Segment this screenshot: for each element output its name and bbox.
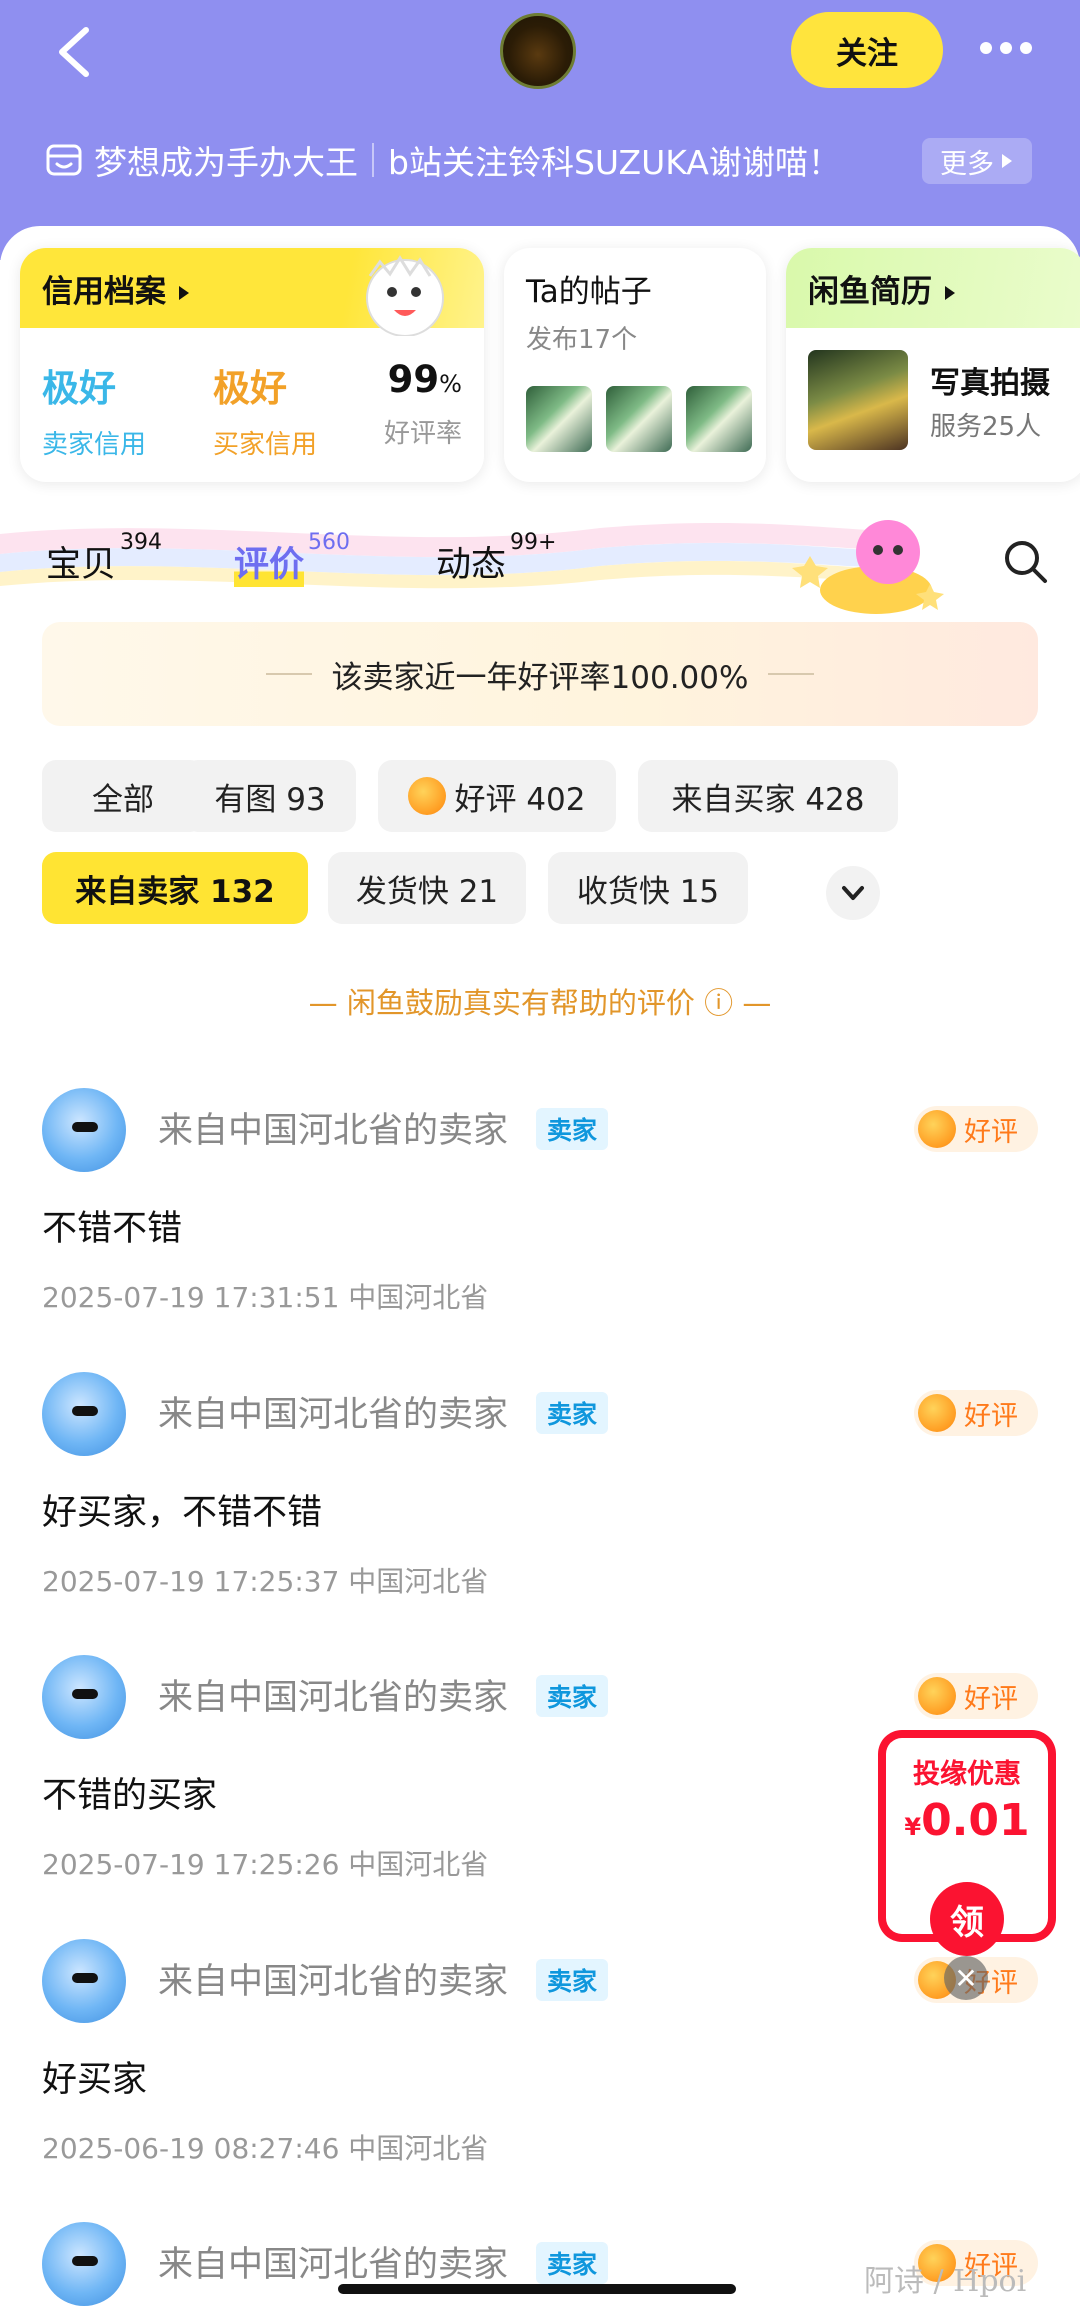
reviewer-name[interactable]: 来自中国河北省的卖家 [158,2236,508,2287]
review-meta: 2025-07-19 17:25:26 中国河北省 [42,1848,489,1881]
review-text: 不错的买家 [42,1776,218,1816]
coupon-claim-button[interactable]: 领 [930,1882,1004,1956]
octopus-mascot-icon [792,520,944,614]
filter-expand-button[interactable] [826,866,880,920]
review-text: 不错不错 [42,1209,183,1249]
tab-items-label: 宝贝 [46,545,117,585]
reviewer-avatar[interactable] [42,1088,126,1172]
filter-chip-fast-receipt[interactable]: 收货快 15 [548,852,748,924]
caret-right-icon [178,286,189,300]
buyer-credit: 极好 买家信用 [212,367,317,460]
review-item: 来自中国河北省的卖家 卖家 好评 好买家，不错不错 2025-07-19 17:… [0,1372,1080,1652]
positive-badge: 好评 [914,1106,1038,1152]
resume-card[interactable]: 闲鱼简历 写真拍摄 服务25人 [786,248,1080,482]
shop-avatar[interactable] [500,13,576,89]
back-arrow-icon[interactable] [48,22,108,82]
filter-chip-with-image[interactable]: 有图 93 [184,760,356,832]
seller-credit: 极好 卖家信用 [42,367,147,460]
service-thumbnail [808,350,908,450]
coupon-float[interactable]: 投缘优惠 ¥0.01 领 [878,1730,1056,1956]
banner-text: 该卖家近一年好评率100.00% [331,659,749,696]
review-item: 来自中国河北省的卖家 卖家 好评 好买家 2025-06-19 08:27:46… [0,1939,1080,2219]
positive-badge: 好评 [914,1390,1038,1436]
positive-rate: 99% 好评率 [383,358,462,449]
bio-text: 梦想成为手办大王 [94,143,358,182]
chevron-down-icon [842,886,864,900]
banner-dash [768,673,815,675]
post-thumbnail[interactable] [526,386,592,452]
caret-right-icon [944,286,955,300]
bio-divider [372,143,374,177]
smiley-icon [918,1394,956,1432]
coupon-price: ¥0.01 [904,1795,1030,1846]
reviewer-name[interactable]: 来自中国河北省的卖家 [158,1386,508,1437]
posts-title: Ta的帖子 [526,274,652,310]
mascot-icon [366,255,444,336]
seller-tag: 卖家 [536,1675,608,1717]
caret-right-icon [1002,154,1012,168]
resume-card-title: 闲鱼简历 [786,248,1080,328]
filter-chip-positive-label: 好评 402 [454,781,586,818]
tab-items[interactable]: 宝贝 394 [46,530,162,587]
tab-reviews[interactable]: 评价 560 [234,530,350,587]
reviewer-avatar[interactable] [42,1939,126,2023]
reviewer-avatar[interactable] [42,1372,126,1456]
tab-items-count: 394 [120,530,163,555]
tab-moments-label: 动态 [436,545,507,585]
post-thumbnail[interactable] [606,386,672,452]
reviewer-avatar[interactable] [42,2222,126,2306]
review-meta: 2025-07-19 17:31:51 中国河北省 [42,1281,489,1314]
smiley-icon [918,1677,956,1715]
positive-rate-banner: 该卖家近一年好评率100.00% [42,622,1038,726]
seller-tag: 卖家 [536,1108,608,1150]
posts-count: 发布17个 [526,325,638,355]
banner-dash [265,673,312,675]
tab-moments[interactable]: 动态 99+ [436,530,556,587]
bio-more-label: 更多 [940,148,994,180]
tab-reviews-label: 评价 [234,536,305,587]
follow-button[interactable]: 关注 [791,12,943,88]
credit-card[interactable]: 信用档案 极好 卖家信用 极好 买家信用 99% 好评率 [20,248,484,482]
filter-chip-all[interactable]: 全部 [42,760,204,832]
review-item: 来自中国河北省的卖家 卖家 好评 不错不错 2025-07-19 17:31:5… [0,1088,1080,1368]
smiley-icon [408,777,447,815]
more-options-icon[interactable] [978,40,1034,56]
reviewer-name[interactable]: 来自中国河北省的卖家 [158,1102,508,1153]
filter-chip-from-seller[interactable]: 来自卖家 132 [42,852,308,924]
coupon-title: 投缘优惠 [913,1759,1021,1790]
review-text: 好买家，不错不错 [42,1493,323,1533]
smiley-icon [918,1110,956,1148]
seller-tag: 卖家 [536,1392,608,1434]
posts-card[interactable]: Ta的帖子 发布17个 [504,248,766,482]
search-icon[interactable] [1000,536,1050,586]
seller-tag: 卖家 [536,1959,608,2001]
review-text: 好买家 [42,2060,148,2100]
bio-extra-text: b站关注铃科SUZUKA谢谢喵！ [388,143,841,182]
filter-chip-fast-shipping[interactable]: 发货快 21 [328,852,526,924]
service-title: 写真拍摄 [930,366,1050,401]
bio-more-button[interactable]: 更多 [922,138,1032,184]
review-meta: 2025-06-19 08:27:46 中国河北省 [42,2132,489,2165]
filter-chip-from-buyer[interactable]: 来自买家 428 [638,760,898,832]
review-tip: — 闲鱼鼓励真实有帮助的评价 ⓘ — [308,986,772,1020]
watermark: 阿诗 / Hpoi [864,2264,1027,2299]
service-count: 服务25人 [930,412,1042,442]
home-indicator[interactable] [338,2284,736,2294]
reviewer-name[interactable]: 来自中国河北省的卖家 [158,1669,508,1720]
shop-icon [46,144,82,176]
post-thumbnail[interactable] [686,386,752,452]
tab-moments-count: 99+ [510,530,557,555]
shop-bio: 梦想成为手办大王 b站关注铃科SUZUKA谢谢喵！ [44,130,841,190]
positive-badge: 好评 [914,1673,1038,1719]
close-icon[interactable]: ✕ [944,1956,988,2000]
seller-tag: 卖家 [536,2242,608,2284]
tab-reviews-count: 560 [308,530,351,555]
reviewer-avatar[interactable] [42,1655,126,1739]
reviewer-name[interactable]: 来自中国河北省的卖家 [158,1953,508,2004]
review-meta: 2025-07-19 17:25:37 中国河北省 [42,1565,489,1598]
filter-chip-positive[interactable]: 好评 402 [378,760,616,832]
